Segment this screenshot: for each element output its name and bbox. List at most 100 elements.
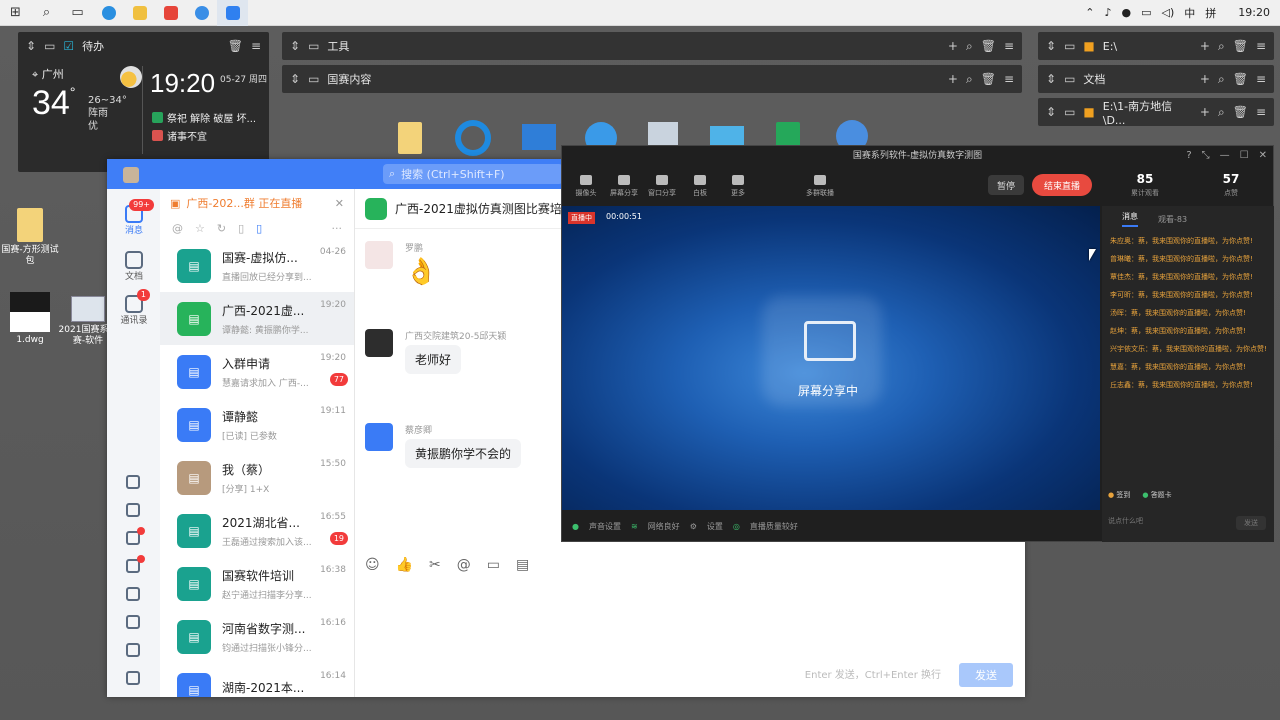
conversation-item[interactable]: ▤ 国赛-虚拟仿... 直播回放已经分享到... 04-26 [160, 239, 354, 292]
sound-settings[interactable]: 声音设置 [589, 521, 621, 532]
taskbar-app-wps[interactable] [155, 0, 186, 26]
menu-icon[interactable]: ≡ [251, 39, 261, 53]
scissors-icon[interactable]: ✂ [429, 557, 441, 573]
nav-messages[interactable]: 消息 99+ [114, 199, 154, 236]
search-input[interactable]: ⌕ 搜索 (Ctrl+Shift+F) [383, 164, 563, 184]
conversation-item[interactable]: ▤ 2021湖北省... 王磊通过搜索加入该... 16:55 19 [160, 504, 354, 557]
collapse-icon[interactable]: ⇕ [26, 39, 36, 53]
minimize-icon[interactable]: — [1220, 146, 1230, 166]
window-share-button[interactable]: 窗口分享 [646, 174, 678, 198]
workbench-icon[interactable] [126, 643, 140, 657]
avatar[interactable] [365, 329, 393, 357]
close-icon[interactable]: ✕ [335, 197, 344, 210]
trash-icon[interactable]: 🗑 [1233, 39, 1248, 53]
todo-item-2[interactable]: 诸事不宜 [152, 128, 207, 143]
search-icon[interactable]: ⌕ [31, 0, 62, 26]
maximize-icon[interactable]: ☐ [1240, 146, 1249, 166]
menu-icon[interactable]: ≡ [1004, 72, 1014, 86]
more-icon[interactable]: ··· [332, 222, 343, 235]
settings-link[interactable]: 设置 [707, 521, 723, 532]
conversation-item[interactable]: ▤ 谭静懿 [已读] 已参数 19:11 [160, 398, 354, 451]
trash-icon[interactable]: 🗑 [1233, 105, 1248, 119]
window-icon[interactable]: ▭ [44, 39, 55, 53]
help-icon[interactable]: ? [1186, 146, 1191, 166]
start-button[interactable]: ⊞ [0, 0, 31, 26]
search-icon[interactable]: ⌕ [1218, 72, 1225, 87]
folder-icon[interactable] [398, 122, 422, 154]
pin-icon[interactable]: ⤡ [1202, 146, 1210, 166]
window-icon[interactable]: ▭ [308, 72, 319, 86]
at-icon[interactable]: @ [457, 557, 471, 573]
taskbar-app-browser[interactable] [93, 0, 124, 26]
clipboard-icon[interactable]: ▤ [516, 557, 529, 573]
ime-mode[interactable]: 中 [1184, 5, 1195, 21]
search-icon[interactable]: ⌕ [1218, 39, 1225, 54]
menu-icon[interactable]: ≡ [1256, 72, 1266, 86]
network-icon[interactable]: ▭ [1141, 6, 1151, 19]
menu-icon[interactable]: ≡ [1004, 39, 1014, 53]
add-icon[interactable]: + [1200, 72, 1210, 86]
menu-icon[interactable]: ≡ [1256, 39, 1266, 53]
menu-icon[interactable]: ≡ [1256, 105, 1266, 119]
taskbar-app-dingtalk[interactable] [217, 0, 248, 26]
live-banner[interactable]: ▣ 广西-202...群 正在直播 ✕ [160, 189, 354, 217]
collapse-icon[interactable]: ⇕ [1046, 105, 1056, 119]
file-icon[interactable]: ▯ [238, 222, 244, 235]
tab-viewers[interactable]: 观看-83 [1158, 214, 1187, 225]
desktop-icon-folder[interactable]: 国赛-方形测试包 [0, 208, 60, 267]
emoji-icon[interactable]: ☺ [365, 557, 380, 573]
collapse-icon[interactable]: ⇕ [290, 39, 300, 53]
volume-icon[interactable]: ♪ [1104, 6, 1111, 19]
mail-icon[interactable] [126, 587, 140, 601]
screen-share-button[interactable]: 屏幕分享 [608, 174, 640, 198]
add-icon[interactable]: + [1200, 39, 1210, 53]
clock[interactable]: 19:20 [1238, 6, 1270, 19]
quiz-button[interactable]: ● 答题卡 [1142, 490, 1171, 500]
refresh-icon[interactable]: ↻ [217, 222, 226, 235]
nav-docs[interactable]: 文档 [114, 251, 154, 282]
app-icon[interactable] [455, 120, 491, 156]
collapse-icon[interactable]: ⇕ [1046, 72, 1056, 86]
end-live-button[interactable]: 结束直播 [1032, 174, 1092, 196]
conversation-item[interactable]: ▤ 我（蔡） [分享] 1+X 15:50 [160, 451, 354, 504]
folder-icon[interactable]: ▭ [487, 557, 500, 573]
trash-icon[interactable]: 🗑 [981, 39, 996, 53]
conversation-item[interactable]: ▤ 河南省数字测... 钧通过扫描张小锋分... 16:16 [160, 610, 354, 663]
window-icon[interactable]: ▭ [1064, 72, 1075, 86]
pause-button[interactable]: 暂停 [988, 175, 1024, 195]
box-icon[interactable] [126, 671, 140, 685]
tab-messages[interactable]: 消息 [1122, 211, 1138, 227]
search-icon[interactable]: ⌕ [966, 72, 973, 87]
ime-type[interactable]: 拼 [1205, 5, 1216, 21]
avatar[interactable] [365, 241, 393, 269]
window-icon[interactable]: ▭ [1064, 39, 1075, 53]
speaker-icon[interactable]: ◁) [1162, 6, 1175, 19]
search-icon[interactable]: ⌕ [1218, 105, 1225, 120]
phone-icon[interactable] [126, 615, 140, 629]
trash-icon[interactable]: 🗑 [228, 39, 243, 53]
calendar-icon[interactable] [126, 503, 140, 517]
taskbar-app-feishu[interactable] [186, 0, 217, 26]
desktop-icon-dwg[interactable]: 1.dwg [0, 292, 60, 346]
camera-button[interactable]: 摄像头 [570, 174, 602, 198]
multi-group-button[interactable]: 多群联播 [800, 174, 840, 198]
collapse-icon[interactable]: ⇕ [1046, 39, 1056, 53]
avatar[interactable] [365, 423, 393, 451]
live-preview[interactable]: 直播中 00:00:51 屏幕分享中 [562, 206, 1100, 510]
more-button[interactable]: 更多 [722, 174, 754, 198]
cloud-icon[interactable] [126, 475, 140, 489]
tray-app-icon[interactable]: ● [1122, 6, 1132, 19]
trash-icon[interactable]: 🗑 [1233, 72, 1248, 86]
add-icon[interactable]: + [948, 72, 958, 86]
computer-icon[interactable] [522, 124, 556, 150]
conversation-item[interactable]: ▤ 湖南-2021本... 16:14 [160, 663, 354, 697]
window-icon[interactable]: ▭ [1064, 105, 1075, 119]
star-icon[interactable]: ☆ [195, 222, 205, 235]
comment-send-button[interactable]: 发送 [1236, 516, 1266, 530]
whiteboard-button[interactable]: 白板 [684, 174, 716, 198]
thumbs-up-icon[interactable]: 👍 [396, 557, 413, 573]
at-icon[interactable]: @ [172, 222, 183, 235]
tray-chevron-icon[interactable]: ⌃ [1085, 6, 1094, 19]
conversation-item[interactable]: ▤ 入群申请 慧嘉请求加入 广西-... 19:20 77 [160, 345, 354, 398]
add-icon[interactable]: + [948, 39, 958, 53]
